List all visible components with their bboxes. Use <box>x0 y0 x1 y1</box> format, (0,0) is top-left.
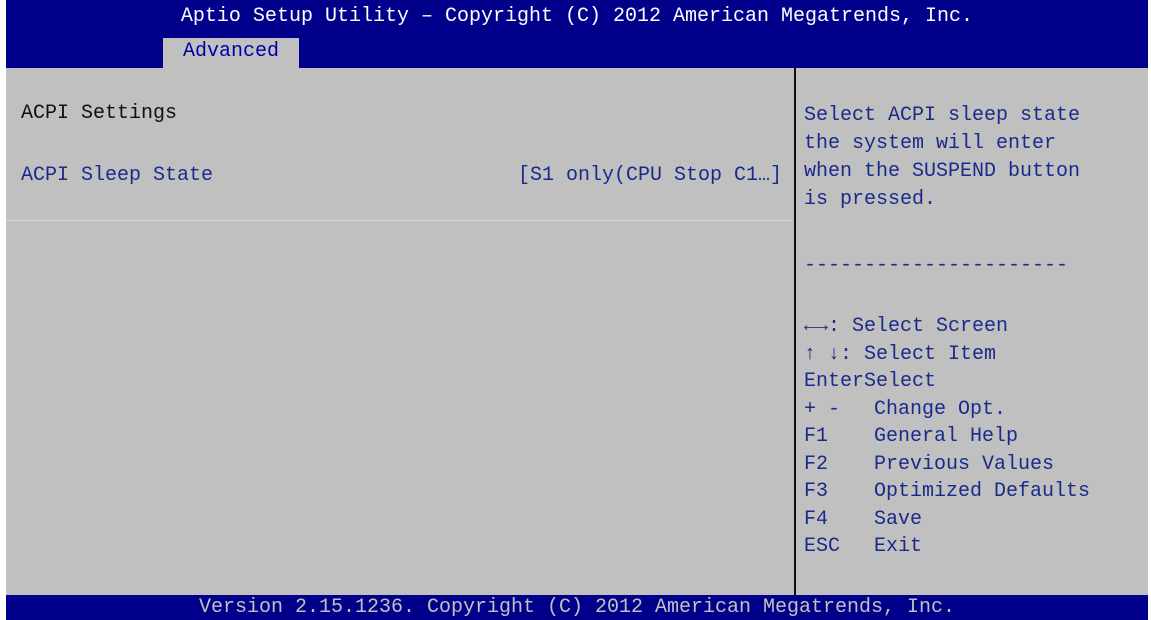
setting-label: ACPI Sleep State <box>21 164 214 187</box>
key-plus-minus: + - <box>804 397 841 421</box>
key-row-esc: ESC Exit <box>804 533 1090 561</box>
footer-bar: Version 2.15.1236. Copyright (C) 2012 Am… <box>6 595 1148 620</box>
key-action: Select Item <box>864 342 997 366</box>
row-separator <box>6 220 791 221</box>
key-row-enter: EnterSelect <box>804 368 1090 396</box>
key-action: Select Screen <box>852 315 1009 338</box>
key-action: Optimized Defaults <box>874 480 1091 503</box>
bios-screen: Aptio Setup Utility – Copyright (C) 2012… <box>0 0 1151 620</box>
key-enter: Enter <box>804 370 865 393</box>
key-arrows-ud: ↑ ↓: <box>804 342 853 366</box>
key-action: Save <box>874 507 923 531</box>
key-row-select-screen: ←→: Select Screen <box>804 313 1090 341</box>
setting-acpi-sleep-state[interactable]: ACPI Sleep State [S1 only(CPU Stop C1…] <box>6 158 794 188</box>
key-arrows-lr: ←→: <box>804 315 841 338</box>
key-row-f3: F3 Optimized Defaults <box>804 478 1090 506</box>
key-f3: F3 <box>804 480 829 503</box>
settings-pane: ACPI Settings ACPI Sleep State [S1 only(… <box>6 68 794 595</box>
key-row-f2: F2 Previous Values <box>804 451 1090 479</box>
key-row-f1: F1 General Help <box>804 423 1090 451</box>
setting-value[interactable]: [S1 only(CPU Stop C1…] <box>518 164 782 187</box>
tab-advanced[interactable]: Advanced <box>163 38 299 68</box>
footer-text: Version 2.15.1236. Copyright (C) 2012 Am… <box>198 596 956 619</box>
key-legend: ←→: Select Screen ↑ ↓: Select Item Enter… <box>804 313 1090 561</box>
help-separator: ---------------------- <box>804 254 1069 277</box>
tab-label: Advanced <box>182 40 279 63</box>
key-f4: F4 <box>804 507 829 531</box>
key-action: Change Opt. <box>874 397 1007 421</box>
key-action: Exit <box>874 535 923 558</box>
help-pane: Select ACPI sleep state the system will … <box>804 68 1148 595</box>
tab-bar: Advanced <box>6 34 1148 68</box>
title-text: Aptio Setup Utility – Copyright (C) 2012… <box>180 5 974 28</box>
key-f2: F2 <box>804 452 829 476</box>
key-row-change-opt: + - Change Opt. <box>804 396 1090 424</box>
key-action: Select <box>864 370 937 393</box>
help-text: Select ACPI sleep state the system will … <box>804 104 1081 211</box>
title-bar: Aptio Setup Utility – Copyright (C) 2012… <box>6 0 1148 34</box>
pane-divider <box>794 68 796 595</box>
key-esc: ESC <box>804 535 841 558</box>
key-action: Previous Values <box>874 452 1055 476</box>
key-row-f4: F4 Save <box>804 506 1090 534</box>
main-panel: ACPI Settings ACPI Sleep State [S1 only(… <box>6 68 1148 595</box>
key-f1: F1 <box>804 425 829 448</box>
section-title: ACPI Settings <box>21 102 178 125</box>
key-action: General Help <box>874 425 1019 448</box>
key-row-select-item: ↑ ↓: Select Item <box>804 341 1090 369</box>
